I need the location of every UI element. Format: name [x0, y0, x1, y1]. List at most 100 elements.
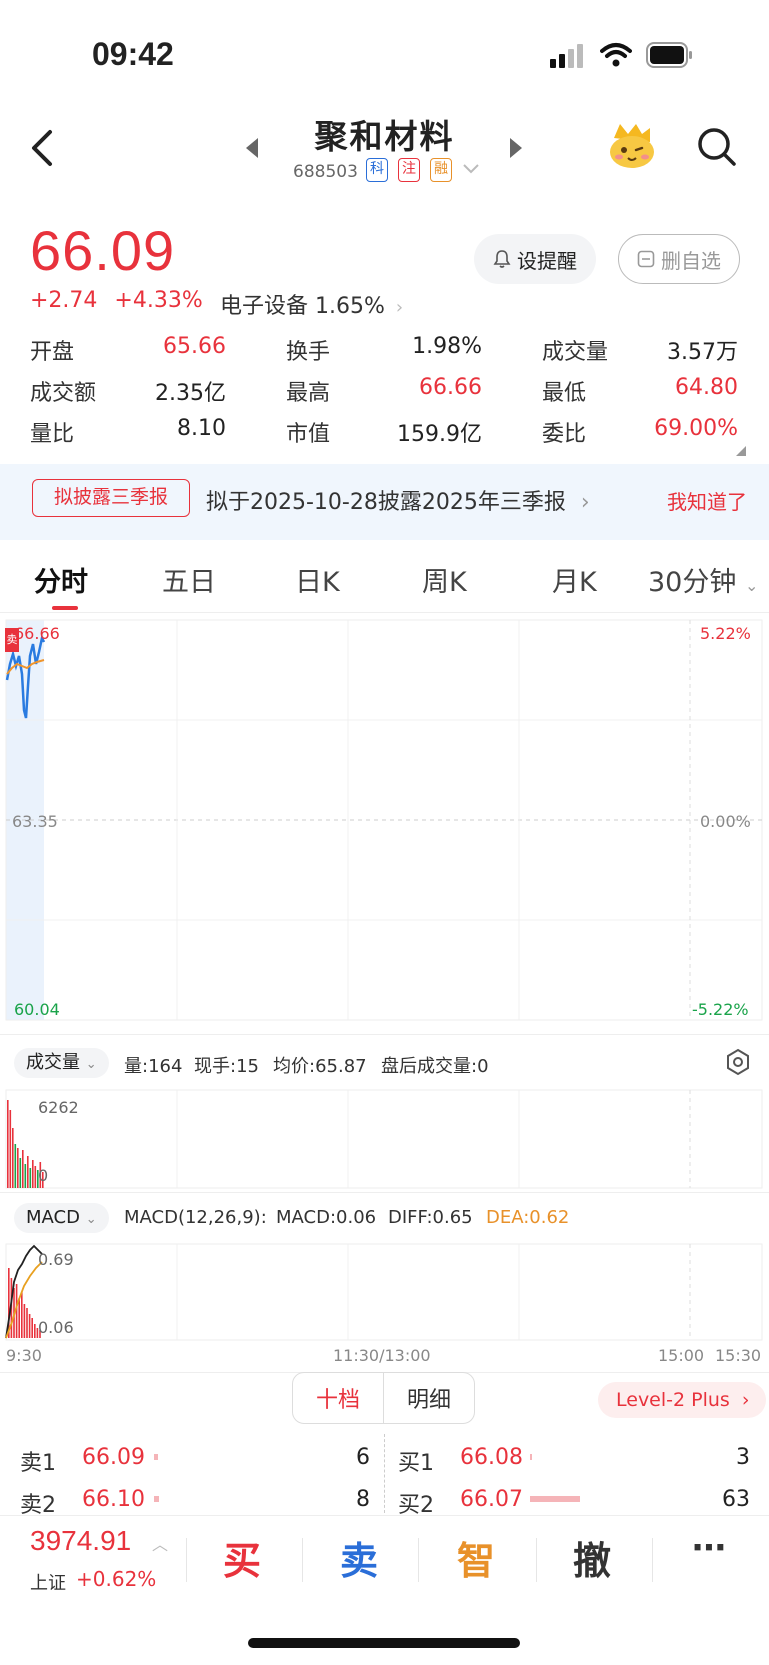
- level2-plus-button[interactable]: Level-2 Plus ›: [598, 1382, 766, 1418]
- smart-button[interactable]: 智: [446, 1530, 506, 1585]
- bid2-qty: 63: [722, 1487, 750, 1512]
- stat-value-high: 66.66: [419, 375, 482, 400]
- chevron-down-icon: ⌄: [85, 1212, 97, 1227]
- volume-bar: [19, 1158, 22, 1188]
- volume-bar: [34, 1166, 37, 1188]
- bell-icon: [493, 250, 511, 268]
- bid1-price: 66.08: [460, 1445, 523, 1470]
- change-percent: +4.33%: [114, 288, 203, 313]
- next-stock-icon[interactable]: [508, 136, 524, 160]
- stat-label-order-ratio: 委比: [542, 422, 587, 447]
- tab-intraday[interactable]: 分时: [34, 560, 88, 599]
- macd-params: MACD(12,26,9):: [124, 1207, 267, 1228]
- macd-diff: DIFF:0.65: [388, 1207, 473, 1228]
- expand-corner-icon[interactable]: [736, 446, 746, 456]
- volume-info-current: 现手:15: [194, 1056, 259, 1077]
- pct-mid-label: 0.00%: [700, 812, 751, 831]
- divider: [0, 1192, 769, 1193]
- chevron-right-icon: ›: [741, 1389, 750, 1411]
- time-axis-start: 9:30: [6, 1346, 42, 1365]
- time-axis-mid: 11:30/13:00: [333, 1346, 431, 1365]
- pct-low-label: -5.22%: [692, 1000, 749, 1019]
- tab-daily-k[interactable]: 日K: [295, 560, 340, 599]
- intraday-chart[interactable]: [0, 612, 769, 1032]
- ask2-qty: 8: [356, 1487, 370, 1512]
- banner-dismiss-button[interactable]: 我知道了: [667, 486, 747, 515]
- volume-info-after-hours: 盘后成交量:0: [381, 1056, 489, 1077]
- ask1-price: 66.09: [82, 1445, 145, 1470]
- disclosure-banner[interactable]: 拟披露三季报 拟于2025-10-28披露2025年三季报 › 我知道了: [0, 464, 769, 540]
- volume-bar: [29, 1168, 32, 1188]
- tab-weekly-k[interactable]: 周K: [422, 560, 467, 599]
- set-alert-button[interactable]: 设提醒: [474, 234, 596, 284]
- volume-chart[interactable]: [0, 1088, 769, 1190]
- macd-bar: [34, 1324, 36, 1338]
- remove-watchlist-button[interactable]: 删自选: [618, 234, 740, 284]
- banner-text[interactable]: 拟于2025-10-28披露2025年三季报 ›: [206, 484, 590, 516]
- sell-button[interactable]: 卖: [329, 1530, 389, 1585]
- battery-icon: [646, 42, 692, 68]
- stat-label-volume: 成交量: [542, 340, 609, 365]
- macd-bar: [21, 1292, 23, 1338]
- chevron-down-icon: ⌄: [85, 1057, 97, 1072]
- tag-registration: 注: [398, 158, 420, 182]
- stat-label-turnover: 换手: [286, 340, 331, 365]
- tab-five-day[interactable]: 五日: [162, 560, 216, 599]
- volume-bar: [9, 1110, 12, 1188]
- ask2-volume-bar: [154, 1496, 159, 1502]
- stat-value-turnover: 1.98%: [412, 334, 482, 359]
- set-alert-label: 设提醒: [517, 248, 577, 273]
- macd-top-label: 0.69: [38, 1250, 74, 1269]
- divider: [418, 1538, 419, 1582]
- volume-info-qty: 量:164: [124, 1056, 183, 1077]
- macd-indicator-selector[interactable]: MACD ⌄: [14, 1203, 109, 1233]
- tab-monthly-k[interactable]: 月K: [552, 560, 597, 599]
- price-low-label: 60.04: [14, 1000, 60, 1019]
- tab-ten-levels[interactable]: 十档: [292, 1372, 384, 1424]
- ask1-volume-bar: [154, 1454, 158, 1460]
- sector-link[interactable]: 电子设备 1.65% ›: [220, 288, 403, 320]
- tab-details[interactable]: 明细: [383, 1372, 475, 1424]
- volume-max-label: 6262: [38, 1098, 79, 1117]
- volume-bar: [27, 1156, 29, 1188]
- volume-bar: [32, 1160, 34, 1188]
- ask2-price: 66.10: [82, 1487, 145, 1512]
- minus-square-icon: [637, 250, 655, 268]
- bid1-volume-bar: [530, 1454, 532, 1460]
- index-widget[interactable]: 3974.91 ︿ 上证 +0.62%: [28, 1525, 178, 1605]
- banner-message: 拟于2025-10-28披露2025年三季报: [206, 490, 566, 515]
- bid2-price: 66.07: [460, 1487, 523, 1512]
- volume-bar: [22, 1150, 24, 1188]
- macd-bottom-label: 0.06: [38, 1318, 74, 1337]
- macd-bar: [23, 1304, 26, 1338]
- level2-plus-label: Level-2 Plus: [616, 1389, 730, 1411]
- time-axis-1500: 15:00: [658, 1346, 705, 1365]
- mascot-icon[interactable]: [606, 120, 658, 172]
- chevron-down-icon[interactable]: [462, 163, 480, 175]
- price-change: +2.74 +4.33%: [30, 288, 203, 313]
- buy-button[interactable]: 买: [212, 1530, 272, 1585]
- more-button[interactable]: ⋯: [679, 1528, 739, 1568]
- divider: [652, 1538, 653, 1582]
- settings-icon[interactable]: [724, 1048, 752, 1076]
- tab-30min[interactable]: 30分钟 ⌄: [648, 560, 758, 599]
- price-high-label: 66.66: [14, 624, 60, 643]
- cancel-order-button[interactable]: 撤: [562, 1530, 622, 1585]
- volume-indicator-selector[interactable]: 成交量 ⌄: [14, 1048, 109, 1078]
- change-amount: +2.74: [30, 288, 98, 313]
- remove-watchlist-label: 删自选: [661, 248, 721, 273]
- sector-text: 电子设备 1.65%: [220, 294, 385, 319]
- index-change: +0.62%: [76, 1567, 157, 1591]
- divider: [0, 1034, 769, 1035]
- pct-high-label: 5.22%: [700, 624, 751, 643]
- bid2-volume-bar: [530, 1496, 580, 1502]
- current-price: 66.09: [30, 219, 176, 282]
- volume-zero-label: 0: [38, 1166, 49, 1185]
- volume-bar: [17, 1148, 19, 1188]
- ask1-label: 卖1: [20, 1451, 56, 1476]
- chevron-right-icon: ›: [580, 490, 590, 515]
- stat-label-market-cap: 市值: [286, 422, 331, 447]
- search-icon[interactable]: [696, 126, 738, 168]
- macd-chip-label: MACD: [26, 1207, 80, 1228]
- macd-chart[interactable]: [0, 1242, 769, 1342]
